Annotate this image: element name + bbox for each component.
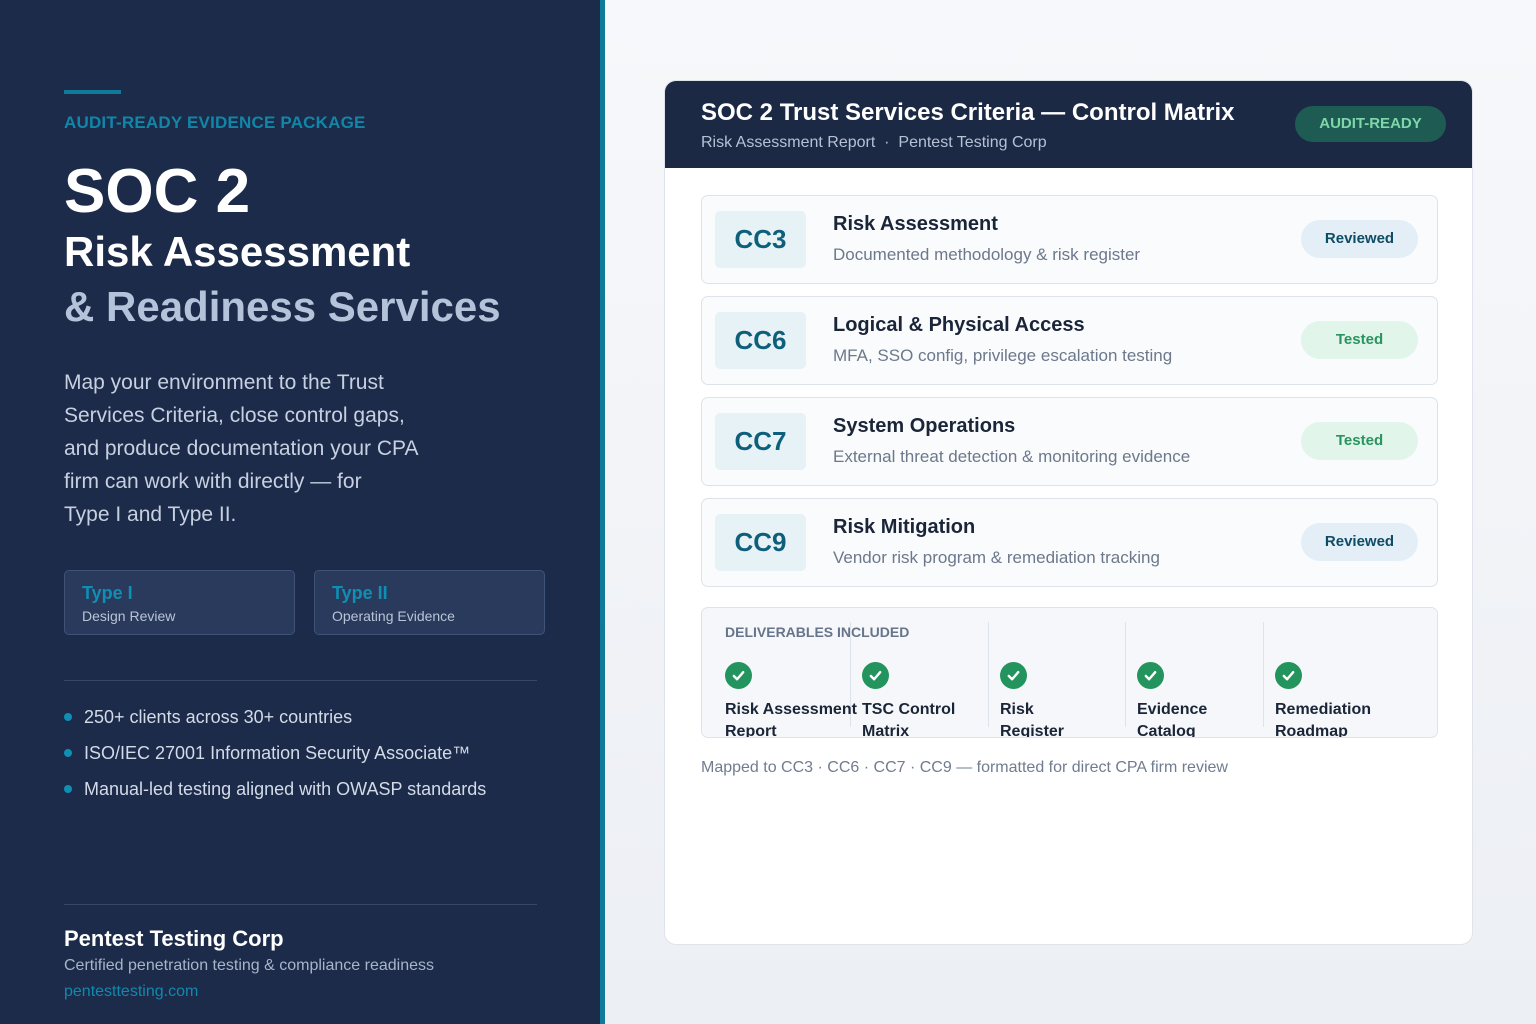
- type-i-card: Type I Design Review: [64, 570, 295, 635]
- deliverable-line: Roadmap: [1275, 723, 1348, 738]
- company-tagline: Certified penetration testing & complian…: [64, 957, 434, 974]
- control-row: CC6 Logical & Physical Access MFA, SSO c…: [701, 296, 1438, 385]
- control-row: CC7 System Operations External threat de…: [701, 397, 1438, 486]
- type-card-subtitle: Design Review: [82, 608, 176, 624]
- control-code: CC9: [715, 514, 806, 571]
- deliverable-line: Remediation: [1275, 701, 1372, 718]
- list-item-text: ISO/IEC 27001 Information Security Assoc…: [84, 743, 471, 763]
- deliverable-label: Risk Assessment Report: [725, 699, 857, 738]
- card-header: SOC 2 Trust Services Criteria — Control …: [665, 81, 1472, 168]
- dot-icon: [64, 749, 72, 757]
- list-item-text: 250+ clients across 30+ countries: [84, 707, 353, 727]
- deliverable-item: Evidence Catalog: [1137, 662, 1208, 738]
- subheadline-1: Risk Assessment: [64, 228, 411, 275]
- check-circle-icon: [725, 662, 752, 689]
- card-title: SOC 2 Trust Services Criteria — Control …: [701, 99, 1235, 126]
- control-code: CC3: [715, 211, 806, 268]
- control-description: Vendor risk program & remediation tracki…: [833, 548, 1160, 567]
- control-code: CC7: [715, 413, 806, 470]
- control-row: CC3 Risk Assessment Documented methodolo…: [701, 195, 1438, 284]
- control-matrix-card: SOC 2 Trust Services Criteria — Control …: [664, 80, 1473, 945]
- deliverable-line: Risk Assessment: [725, 701, 857, 718]
- deliverable-line: Report: [725, 723, 777, 738]
- check-circle-icon: [1137, 662, 1164, 689]
- mapping-footnote: Mapped to CC3 · CC6 · CC7 · CC9 — format…: [701, 759, 1228, 776]
- accent-line: [64, 90, 121, 94]
- card-subtitle: Risk Assessment Report · Pentest Testing…: [701, 134, 1047, 152]
- intro-line: and produce documentation your CPA: [64, 437, 419, 460]
- dot-icon: [64, 785, 72, 793]
- list-item: Manual-led testing aligned with OWASP st…: [64, 778, 486, 814]
- intro-line: firm can work with directly — for: [64, 470, 362, 493]
- deliverable-item: Risk Assessment Report: [725, 662, 857, 738]
- deliverable-line: Register: [1000, 723, 1065, 738]
- deliverable-item: Risk Register: [1000, 662, 1065, 738]
- control-title: Risk Mitigation: [833, 516, 976, 538]
- deliverable-label: Remediation Roadmap: [1275, 699, 1372, 738]
- deliverables-panel: DELIVERABLES INCLUDED Risk Assessment Re…: [701, 607, 1438, 738]
- control-row: CC9 Risk Mitigation Vendor risk program …: [701, 498, 1438, 587]
- report-name: Risk Assessment Report: [701, 134, 876, 151]
- type-ii-card: Type II Operating Evidence: [314, 570, 545, 635]
- deliverable-line: Catalog: [1137, 723, 1196, 738]
- deliverable-label: TSC Control Matrix: [862, 699, 956, 738]
- credentials-list: 250+ clients across 30+ countries ISO/IE…: [64, 706, 486, 814]
- company-name: Pentest Testing Corp: [898, 134, 1047, 151]
- control-title: Logical & Physical Access: [833, 314, 1085, 336]
- status-badge: Tested: [1301, 422, 1418, 460]
- left-panel: AUDIT-READY EVIDENCE PACKAGE SOC 2 Risk …: [0, 0, 600, 1024]
- list-item: 250+ clients across 30+ countries: [64, 706, 486, 742]
- list-item: ISO/IEC 27001 Information Security Assoc…: [64, 742, 486, 778]
- control-description: Documented methodology & risk register: [833, 245, 1141, 264]
- control-title: System Operations: [833, 415, 1016, 437]
- column-divider: [1263, 622, 1264, 727]
- dot-icon: [64, 713, 72, 721]
- status-badge: Reviewed: [1301, 220, 1418, 258]
- company-name: Pentest Testing Corp: [64, 926, 284, 951]
- deliverable-line: Risk: [1000, 701, 1034, 718]
- control-code: CC6: [715, 312, 806, 369]
- type-card-subtitle: Operating Evidence: [332, 608, 455, 624]
- status-badge: Reviewed: [1301, 523, 1418, 561]
- deliverable-label: Evidence Catalog: [1137, 699, 1208, 738]
- list-item-text: Manual-led testing aligned with OWASP st…: [84, 779, 487, 799]
- check-circle-icon: [1275, 662, 1302, 689]
- check-circle-icon: [1000, 662, 1027, 689]
- deliverable-item: TSC Control Matrix: [862, 662, 956, 738]
- separator: ·: [884, 134, 890, 151]
- check-circle-icon: [862, 662, 889, 689]
- control-description: MFA, SSO config, privilege escalation te…: [833, 346, 1173, 365]
- deliverable-line: TSC Control: [862, 701, 956, 718]
- divider: [64, 904, 537, 905]
- deliverables-heading: DELIVERABLES INCLUDED: [725, 624, 910, 640]
- intro-line: Map your environment to the Trust: [64, 371, 384, 394]
- intro-line: Services Criteria, close control gaps,: [64, 404, 405, 427]
- deliverable-item: Remediation Roadmap: [1275, 662, 1372, 738]
- status-badge: Tested: [1301, 321, 1418, 359]
- control-description: External threat detection & monitoring e…: [833, 447, 1191, 466]
- eyebrow-label: AUDIT-READY EVIDENCE PACKAGE: [64, 113, 366, 132]
- subheadline-2: & Readiness Services: [64, 283, 501, 330]
- deliverable-line: Matrix: [862, 723, 910, 738]
- website-link[interactable]: pentesttesting.com: [64, 983, 198, 1001]
- column-divider: [1125, 622, 1126, 727]
- headline: SOC 2: [64, 157, 251, 226]
- audit-ready-badge: AUDIT-READY: [1295, 106, 1446, 142]
- column-divider: [988, 622, 989, 727]
- intro-paragraph: Map your environment to the Trust Servic…: [64, 366, 464, 531]
- deliverable-label: Risk Register: [1000, 699, 1065, 738]
- control-title: Risk Assessment: [833, 213, 998, 235]
- deliverable-line: Evidence: [1137, 701, 1208, 718]
- intro-line: Type I and Type II.: [64, 503, 237, 526]
- type-card-title: Type II: [332, 583, 388, 603]
- type-card-title: Type I: [82, 583, 133, 603]
- divider: [64, 680, 537, 681]
